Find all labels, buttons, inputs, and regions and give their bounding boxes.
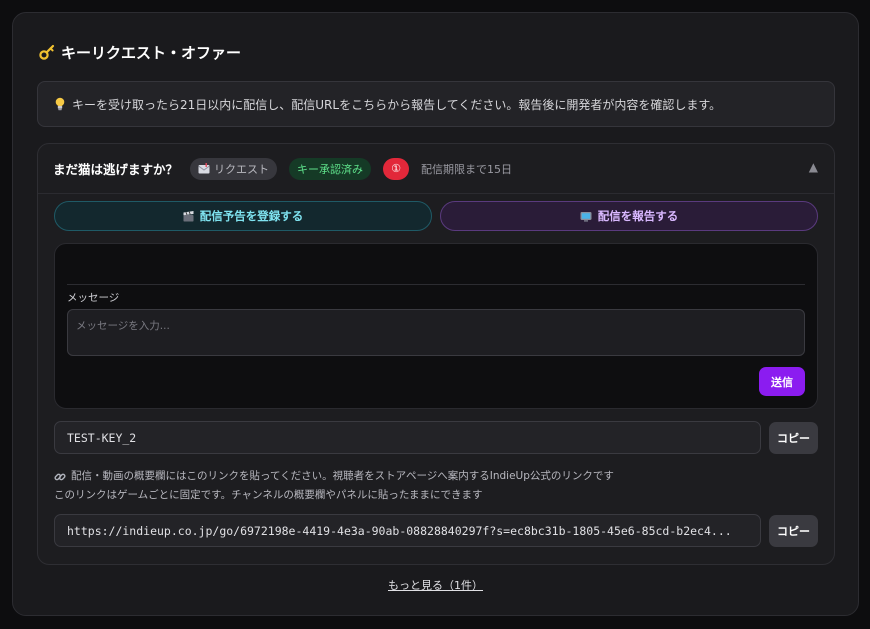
request-badge-label: リクエスト xyxy=(214,162,270,176)
panel-title: キーリクエスト・オファー xyxy=(39,41,241,63)
report-stream-label: 配信を報告する xyxy=(597,211,679,223)
collapse-toggle-icon[interactable]: ▲ xyxy=(809,160,818,174)
link-icon xyxy=(54,471,66,483)
url-value: https://indieup.co.jp/go/6972198e-4419-4… xyxy=(67,523,732,538)
key-field[interactable]: TEST-KEY_2 xyxy=(54,421,761,454)
show-more-container: もっと見る（1件） xyxy=(13,577,858,593)
register-schedule-button[interactable]: 配信予告を登録する xyxy=(54,201,432,231)
deadline-text: 配信期限まで15日 xyxy=(421,162,513,176)
show-more-link[interactable]: もっと見る（1件） xyxy=(388,579,483,592)
link-note: 配信・動画の概要欄にはこのリンクを貼ってください。視聴者をストアページへ案内する… xyxy=(54,467,814,505)
link-note-line2: このリンクはゲームごとに固定です。チャンネルの概要欄やパネルに貼ったままにできま… xyxy=(54,489,483,501)
info-text: キーを受け取ったら21日以内に配信し、配信URLをこちらから報告してください。報… xyxy=(72,97,722,112)
url-field[interactable]: https://indieup.co.jp/go/6972198e-4419-4… xyxy=(54,514,761,547)
panel-title-text: キーリクエスト・オファー xyxy=(61,43,242,62)
mailbox-icon xyxy=(198,163,210,174)
clapper-icon xyxy=(183,210,194,222)
status-badge-approved: キー承認済み xyxy=(289,157,372,180)
status-badge-request: リクエスト xyxy=(190,157,278,180)
report-stream-button[interactable]: 配信を報告する xyxy=(440,201,818,231)
send-button[interactable]: 送信 xyxy=(759,367,805,396)
copy-key-button[interactable]: コピー xyxy=(769,422,818,454)
message-divider xyxy=(67,284,805,285)
game-title: まだ猫は逃げますか？ xyxy=(53,162,179,177)
card-header[interactable]: まだ猫は逃げますか？ リクエスト キー承認済み ① 配信期限まで15日 ▲ xyxy=(38,144,834,194)
lightbulb-icon xyxy=(54,97,66,111)
notification-count-badge: ① xyxy=(383,157,410,180)
tv-icon xyxy=(580,211,592,222)
message-panel: メッセージ 送信 xyxy=(54,243,818,409)
info-notice: キーを受け取ったら21日以内に配信し、配信URLをこちらから報告してください。報… xyxy=(37,81,835,127)
message-input[interactable] xyxy=(67,309,805,356)
register-schedule-label: 配信予告を登録する xyxy=(199,211,304,223)
key-icon xyxy=(39,44,55,60)
request-card: まだ猫は逃げますか？ リクエスト キー承認済み ① 配信期限まで15日 ▲ 配信… xyxy=(37,143,835,565)
link-note-line1: 配信・動画の概要欄にはこのリンクを貼ってください。視聴者をストアページへ案内する… xyxy=(71,470,614,482)
key-request-panel: キーリクエスト・オファー キーを受け取ったら21日以内に配信し、配信URLをこち… xyxy=(12,12,859,616)
message-label: メッセージ xyxy=(67,292,120,304)
key-value: TEST-KEY_2 xyxy=(67,430,137,445)
copy-url-button[interactable]: コピー xyxy=(769,515,818,547)
